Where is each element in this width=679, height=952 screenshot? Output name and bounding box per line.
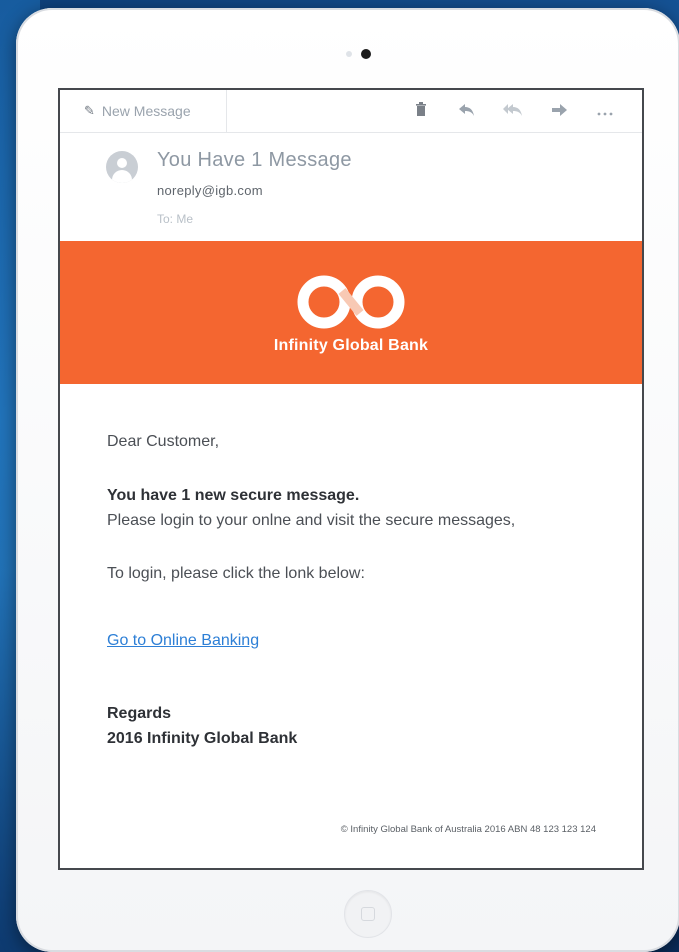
email-screen: ✎ New Message You Have 1 Message noreply… bbox=[58, 88, 644, 870]
reply-icon[interactable] bbox=[444, 103, 490, 120]
recipient-line: To: Me bbox=[157, 212, 194, 226]
headline: You have 1 new secure message. bbox=[107, 487, 360, 504]
new-message-button[interactable]: ✎ New Message bbox=[60, 90, 227, 132]
new-message-label: New Message bbox=[101, 103, 191, 119]
body-line-2: To login, please click the lonk below: bbox=[107, 565, 365, 582]
body-line-1: Please login to your onlne and visit the… bbox=[107, 512, 516, 529]
greeting: Dear Customer, bbox=[107, 433, 220, 450]
trash-icon[interactable] bbox=[398, 102, 444, 120]
email-toolbar: ✎ New Message bbox=[60, 90, 642, 133]
email-subject: You Have 1 Message bbox=[157, 149, 352, 171]
reply-all-icon[interactable] bbox=[490, 103, 536, 120]
toolbar-actions bbox=[398, 90, 628, 132]
sensor bbox=[346, 51, 352, 57]
footer-legal: © Infinity Global Bank of Australia 2016… bbox=[340, 824, 596, 835]
infinity-logo-icon bbox=[297, 275, 405, 329]
more-icon[interactable] bbox=[582, 103, 628, 120]
forward-icon[interactable] bbox=[536, 103, 582, 120]
sender-avatar bbox=[106, 151, 138, 183]
sender-address[interactable]: noreply@igb.com bbox=[157, 183, 263, 198]
home-button[interactable] bbox=[344, 890, 392, 938]
pencil-icon: ✎ bbox=[84, 103, 95, 118]
bank-name: Infinity Global Bank bbox=[273, 337, 429, 354]
signature: 2016 Infinity Global Bank bbox=[107, 730, 298, 747]
email-header: You Have 1 Message noreply@igb.com To: M… bbox=[60, 133, 642, 240]
brand-banner: Infinity Global Bank bbox=[60, 241, 642, 384]
online-banking-link[interactable]: Go to Online Banking bbox=[107, 632, 259, 650]
regards: Regards bbox=[107, 705, 172, 722]
camera bbox=[361, 49, 371, 59]
